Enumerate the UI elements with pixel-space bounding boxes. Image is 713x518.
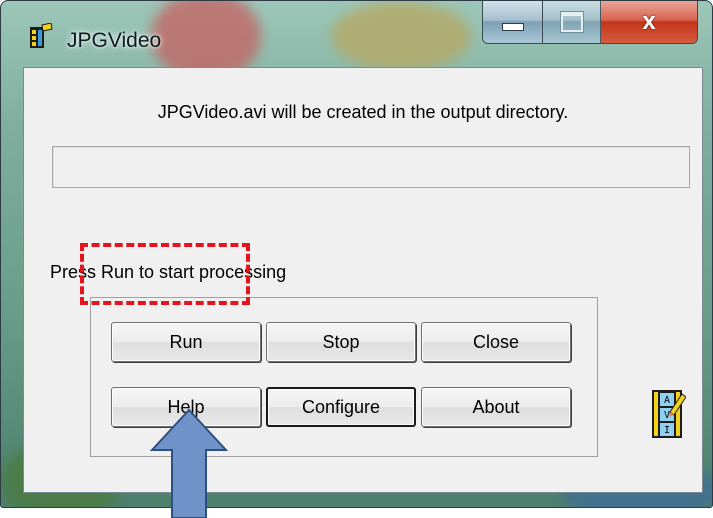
avi-film-icon: A V I (652, 390, 686, 438)
close-icon: x (642, 8, 656, 35)
output-info-label: JPGVideo.avi will be created in the outp… (157, 102, 569, 122)
about-button[interactable]: About (421, 387, 571, 427)
close-window-button[interactable]: x (601, 1, 697, 43)
progress-bar (52, 146, 690, 188)
maximize-button[interactable] (543, 1, 601, 43)
run-highlight-annotation (80, 243, 250, 305)
up-arrow-annotation (150, 408, 228, 518)
caption-buttons: x (482, 1, 698, 44)
title-bar[interactable]: JPGVideo x (1, 1, 712, 67)
configure-button[interactable]: Configure (266, 387, 416, 427)
close-button[interactable]: Close (421, 322, 571, 362)
minimize-icon (501, 23, 524, 31)
avi-letter: A (664, 395, 670, 406)
stop-button[interactable]: Stop (266, 322, 416, 362)
avi-letter: I (664, 425, 670, 436)
window-title: JPGVideo (67, 29, 162, 52)
film-clapper-icon (30, 23, 53, 48)
maximize-icon (560, 12, 583, 32)
run-button[interactable]: Run (111, 322, 261, 362)
minimize-button[interactable] (483, 1, 543, 43)
